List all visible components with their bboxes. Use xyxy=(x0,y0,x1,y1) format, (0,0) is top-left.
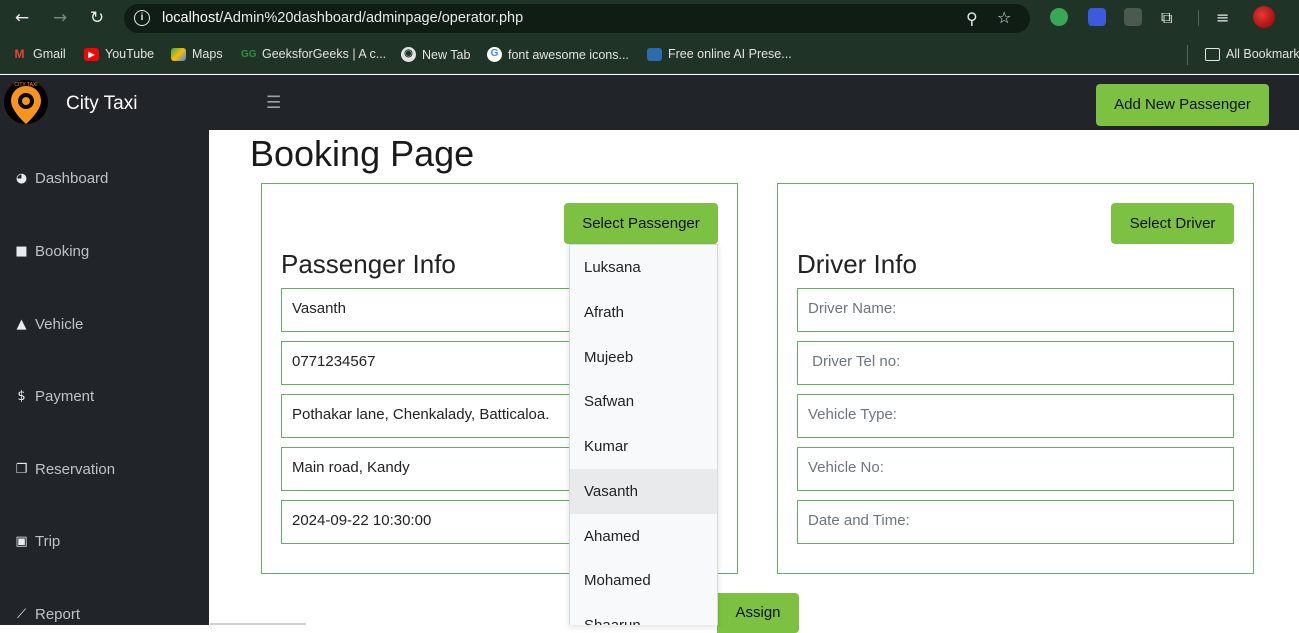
sidebar-item-label: Trip xyxy=(35,533,61,550)
bookmark-ai-presentation[interactable]: Free online AI Prese... xyxy=(647,47,792,61)
chart-line-icon: ⟋ xyxy=(16,607,27,622)
driver-info-title: Driver Info xyxy=(797,249,917,279)
bookmark-label: Gmail xyxy=(33,47,66,61)
passenger-dropdown-menu: Luksana Afrath Mujeeb Safwan Kumar Vasan… xyxy=(569,244,718,625)
passenger-info-title: Passenger Info xyxy=(281,249,456,279)
select-driver-button[interactable]: Select Driver xyxy=(1111,203,1234,244)
dropdown-item[interactable]: Safwan xyxy=(570,379,717,424)
geeksforgeeks-icon: GG xyxy=(241,48,257,60)
sidebar-item-report[interactable]: ⟋ Report xyxy=(14,606,80,623)
extension-blue-icon[interactable] xyxy=(1088,8,1106,26)
dropdown-item[interactable]: Ahamed xyxy=(570,514,717,559)
url-text[interactable]: localhost/Admin%20dashboard/adminpage/op… xyxy=(162,10,523,26)
extensions-puzzle-icon[interactable]: ⧉ xyxy=(1161,8,1172,28)
menu-toggle-icon[interactable]: ☰ xyxy=(266,93,281,113)
dropdown-item[interactable]: Shaarun xyxy=(570,603,717,625)
reading-list-icon[interactable]: ≡ xyxy=(1216,8,1229,28)
youtube-icon: ▶ xyxy=(84,47,99,61)
dropdown-item[interactable]: Afrath xyxy=(570,290,717,335)
bookmarks-divider xyxy=(1187,45,1188,65)
bookmark-maps[interactable]: Maps xyxy=(171,47,223,61)
page-title: Booking Page xyxy=(250,133,475,174)
globe-icon: ◉ xyxy=(401,47,416,62)
driver-name-field[interactable]: Driver Name: xyxy=(797,288,1234,332)
folder-icon xyxy=(1205,47,1220,61)
sidebar-item-label: Report xyxy=(35,606,81,623)
gmail-icon: M xyxy=(14,46,25,61)
shopping-bag-icon: ■ xyxy=(15,244,28,259)
sidebar-item-vehicle[interactable]: ▲ Vehicle xyxy=(14,316,84,333)
assign-button[interactable]: Assign xyxy=(717,593,799,633)
bookmark-label: New Tab xyxy=(422,47,471,62)
address-bar[interactable]: i localhost/Admin%20dashboard/adminpage/… xyxy=(124,4,1030,33)
sidebar-item-label: Dashboard xyxy=(35,170,109,187)
logo-text: CITY TAXI xyxy=(14,82,37,88)
driver-tel-field[interactable]: Driver Tel no: xyxy=(797,341,1234,385)
dropdown-item[interactable]: Mujeeb xyxy=(570,335,717,380)
vehicle-type-field[interactable]: Vehicle Type: xyxy=(797,394,1234,438)
bookmark-youtube[interactable]: ▶ YouTube xyxy=(84,47,154,61)
car-icon: ▲ xyxy=(16,317,27,332)
bookmark-label: YouTube xyxy=(105,47,155,61)
bookmark-gmail[interactable]: M Gmail xyxy=(12,47,66,61)
dropdown-item-selected[interactable]: Vasanth xyxy=(570,469,717,514)
site-info-icon[interactable]: i xyxy=(134,10,150,26)
maps-icon xyxy=(171,47,186,61)
dropdown-item[interactable]: Kumar xyxy=(570,424,717,469)
profile-avatar[interactable] xyxy=(1253,6,1275,28)
sidebar-item-reservation[interactable]: ❐ Reservation xyxy=(14,461,115,478)
all-bookmarks-label: All Bookmarks xyxy=(1226,47,1299,61)
browser-toolbar: ← → ↻ i localhost/Admin%20dashboard/admi… xyxy=(0,0,1299,36)
bookmark-font-awesome[interactable]: G font awesome icons... xyxy=(487,47,629,62)
suitcase-icon: ▣ xyxy=(15,534,28,549)
extension-grey-icon[interactable] xyxy=(1124,8,1142,26)
brand-name[interactable]: City Taxi xyxy=(66,93,137,115)
copy-icon: ❐ xyxy=(15,462,28,477)
bookmark-label: GeeksforGeeks | A c... xyxy=(262,47,387,61)
bookmark-label: Maps xyxy=(192,47,223,61)
dropdown-item[interactable]: Luksana xyxy=(570,245,717,290)
dollar-icon: $ xyxy=(17,389,26,404)
all-bookmarks[interactable]: All Bookmarks xyxy=(1205,47,1299,61)
sidebar-item-label: Booking xyxy=(35,243,90,260)
back-icon[interactable]: ← xyxy=(11,7,33,29)
dropdown-item[interactable]: Mohamed xyxy=(570,558,717,603)
dashboard-icon: ◕ xyxy=(15,171,28,186)
bookmark-geeksforgeeks[interactable]: GG GeeksforGeeks | A c... xyxy=(241,47,386,61)
sidebar-item-label: Payment xyxy=(35,388,95,405)
sidebar-item-trip[interactable]: ▣ Trip xyxy=(14,533,60,550)
sidebar: ◕ Dashboard ■ Booking ▲ Vehicle $ Paymen… xyxy=(0,130,209,625)
star-icon[interactable]: ☆ xyxy=(997,8,1011,28)
sidebar-item-dashboard[interactable]: ◕ Dashboard xyxy=(14,170,109,187)
sidebar-item-booking[interactable]: ■ Booking xyxy=(14,243,89,260)
add-new-passenger-button[interactable]: Add New Passenger xyxy=(1096,84,1269,126)
reload-icon[interactable]: ↻ xyxy=(86,7,108,29)
driver-datetime-field[interactable]: Date and Time: xyxy=(797,500,1234,544)
presentation-icon xyxy=(647,47,662,61)
extension-robot-icon[interactable] xyxy=(1050,8,1068,26)
sidebar-item-label: Reservation xyxy=(35,461,116,478)
bookmark-label: Free online AI Prese... xyxy=(668,47,792,61)
city-taxi-logo: CITY TAXI xyxy=(4,80,48,124)
select-passenger-button[interactable]: Select Passenger xyxy=(564,203,718,244)
zoom-search-icon[interactable]: ⚲ xyxy=(966,9,978,29)
bookmark-new-tab[interactable]: ◉ New Tab xyxy=(401,47,470,62)
bookmark-label: font awesome icons... xyxy=(508,47,629,62)
forward-icon[interactable]: → xyxy=(49,7,71,29)
bookmarks-bar: M Gmail ▶ YouTube Maps GG GeeksforGeeks … xyxy=(0,36,1299,74)
toolbar-divider xyxy=(1198,10,1199,26)
google-icon: G xyxy=(487,47,502,62)
sidebar-item-payment[interactable]: $ Payment xyxy=(14,388,94,405)
vehicle-no-field[interactable]: Vehicle No: xyxy=(797,447,1234,491)
sidebar-item-label: Vehicle xyxy=(35,316,84,333)
